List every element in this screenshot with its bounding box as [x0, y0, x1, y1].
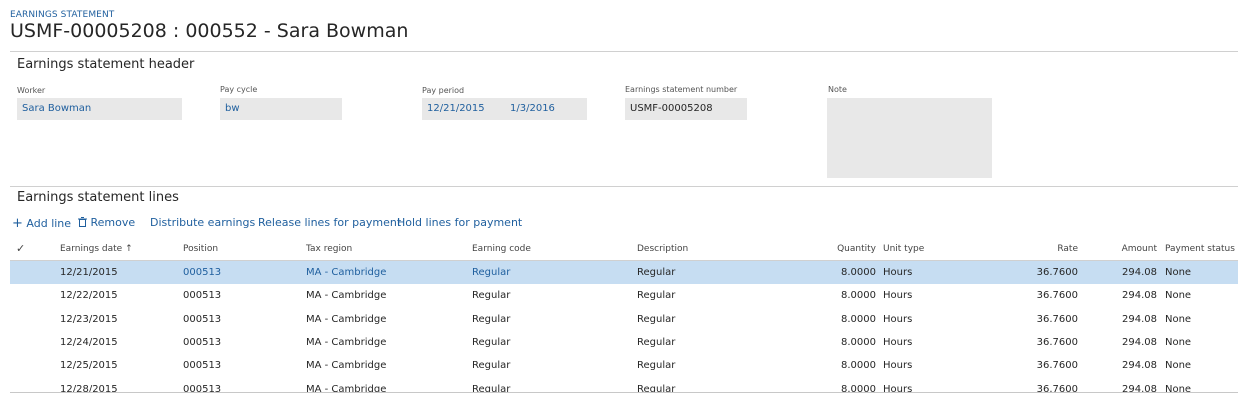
- unit-type-cell: Hours: [883, 267, 913, 278]
- payment-status-cell: None: [1165, 313, 1192, 325]
- quantity-cell: 8.0000: [841, 313, 876, 325]
- unit-type-cell: Hours: [883, 290, 913, 302]
- table-row[interactable]: 12/22/2015 000513 MA - Cambridge Regular Reg…: [10, 284, 1238, 307]
- table-row[interactable]: 12/21/2015 000513 MA - Cambridge Regular Reg…: [10, 261, 1238, 284]
- amount-cell: 294.08: [1122, 360, 1157, 372]
- amount-cell: 294.08: [1122, 313, 1157, 325]
- position-cell[interactable]: 000513: [183, 354, 221, 377]
- amount-cell: 294.08: [1122, 267, 1157, 278]
- position-cell[interactable]: 000513: [183, 284, 221, 307]
- earning-code-cell[interactable]: Regular: [472, 308, 510, 331]
- unit-type-cell: Hours: [883, 360, 913, 372]
- table-row[interactable]: 12/25/2015 000513 MA - Cambridge Regular Reg…: [10, 354, 1238, 377]
- rate-cell: 36.7600: [1036, 336, 1078, 348]
- tax-region-cell[interactable]: MA - Cambridge: [306, 354, 386, 377]
- tax-region-cell[interactable]: MA - Cambridge: [306, 261, 386, 284]
- quantity-cell: 8.0000: [841, 383, 876, 393]
- tax-region-cell[interactable]: MA - Cambridge: [306, 378, 386, 393]
- payment-status-cell: None: [1165, 360, 1192, 372]
- grid-body: 12/21/2015 000513 MA - Cambridge Regular Reg…: [0, 0, 1238, 392]
- quantity-cell: 8.0000: [841, 290, 876, 302]
- description-cell: Regular: [637, 383, 676, 393]
- tax-region-cell[interactable]: MA - Cambridge: [306, 331, 386, 354]
- rate-cell: 36.7600: [1036, 383, 1078, 393]
- bottom-divider: [10, 392, 1238, 393]
- amount-cell: 294.08: [1122, 336, 1157, 348]
- unit-type-cell: Hours: [883, 383, 913, 393]
- position-cell[interactable]: 000513: [183, 308, 221, 331]
- earning-code-cell[interactable]: Regular: [472, 284, 510, 307]
- table-row[interactable]: 12/28/2015 000513 MA - Cambridge Regular Reg…: [10, 378, 1238, 393]
- position-cell[interactable]: 000513: [183, 378, 221, 393]
- position-cell[interactable]: 000513: [183, 331, 221, 354]
- quantity-cell: 8.0000: [841, 267, 876, 278]
- earning-code-cell[interactable]: Regular: [472, 378, 510, 393]
- rate-cell: 36.7600: [1036, 290, 1078, 302]
- tax-region-cell[interactable]: MA - Cambridge: [306, 284, 386, 307]
- amount-cell: 294.08: [1122, 383, 1157, 393]
- earnings-date-cell: 12/25/2015: [60, 360, 118, 372]
- earning-code-cell[interactable]: Regular: [472, 331, 510, 354]
- payment-status-cell: None: [1165, 290, 1192, 302]
- earnings-date-cell: 12/28/2015: [60, 383, 118, 393]
- unit-type-cell: Hours: [883, 313, 913, 325]
- description-cell: Regular: [637, 267, 676, 278]
- rate-cell: 36.7600: [1036, 267, 1078, 278]
- payment-status-cell: None: [1165, 383, 1192, 393]
- rate-cell: 36.7600: [1036, 360, 1078, 372]
- table-row[interactable]: 12/24/2015 000513 MA - Cambridge Regular Reg…: [10, 331, 1238, 354]
- payment-status-cell: None: [1165, 336, 1192, 348]
- description-cell: Regular: [637, 313, 676, 325]
- earning-code-cell[interactable]: Regular: [472, 354, 510, 377]
- tax-region-cell[interactable]: MA - Cambridge: [306, 308, 386, 331]
- quantity-cell: 8.0000: [841, 360, 876, 372]
- unit-type-cell: Hours: [883, 336, 913, 348]
- rate-cell: 36.7600: [1036, 313, 1078, 325]
- earnings-date-cell: 12/22/2015: [60, 290, 118, 302]
- description-cell: Regular: [637, 290, 676, 302]
- earnings-date-cell: 12/24/2015: [60, 336, 118, 348]
- payment-status-cell: None: [1165, 267, 1192, 278]
- position-cell[interactable]: 000513: [183, 261, 221, 284]
- description-cell: Regular: [637, 360, 676, 372]
- table-row[interactable]: 12/23/2015 000513 MA - Cambridge Regular Reg…: [10, 308, 1238, 331]
- amount-cell: 294.08: [1122, 290, 1157, 302]
- earnings-date-cell: 12/23/2015: [60, 313, 118, 325]
- quantity-cell: 8.0000: [841, 336, 876, 348]
- earning-code-cell[interactable]: Regular: [472, 261, 510, 284]
- earnings-date-cell: 12/21/2015: [60, 267, 118, 278]
- description-cell: Regular: [637, 336, 676, 348]
